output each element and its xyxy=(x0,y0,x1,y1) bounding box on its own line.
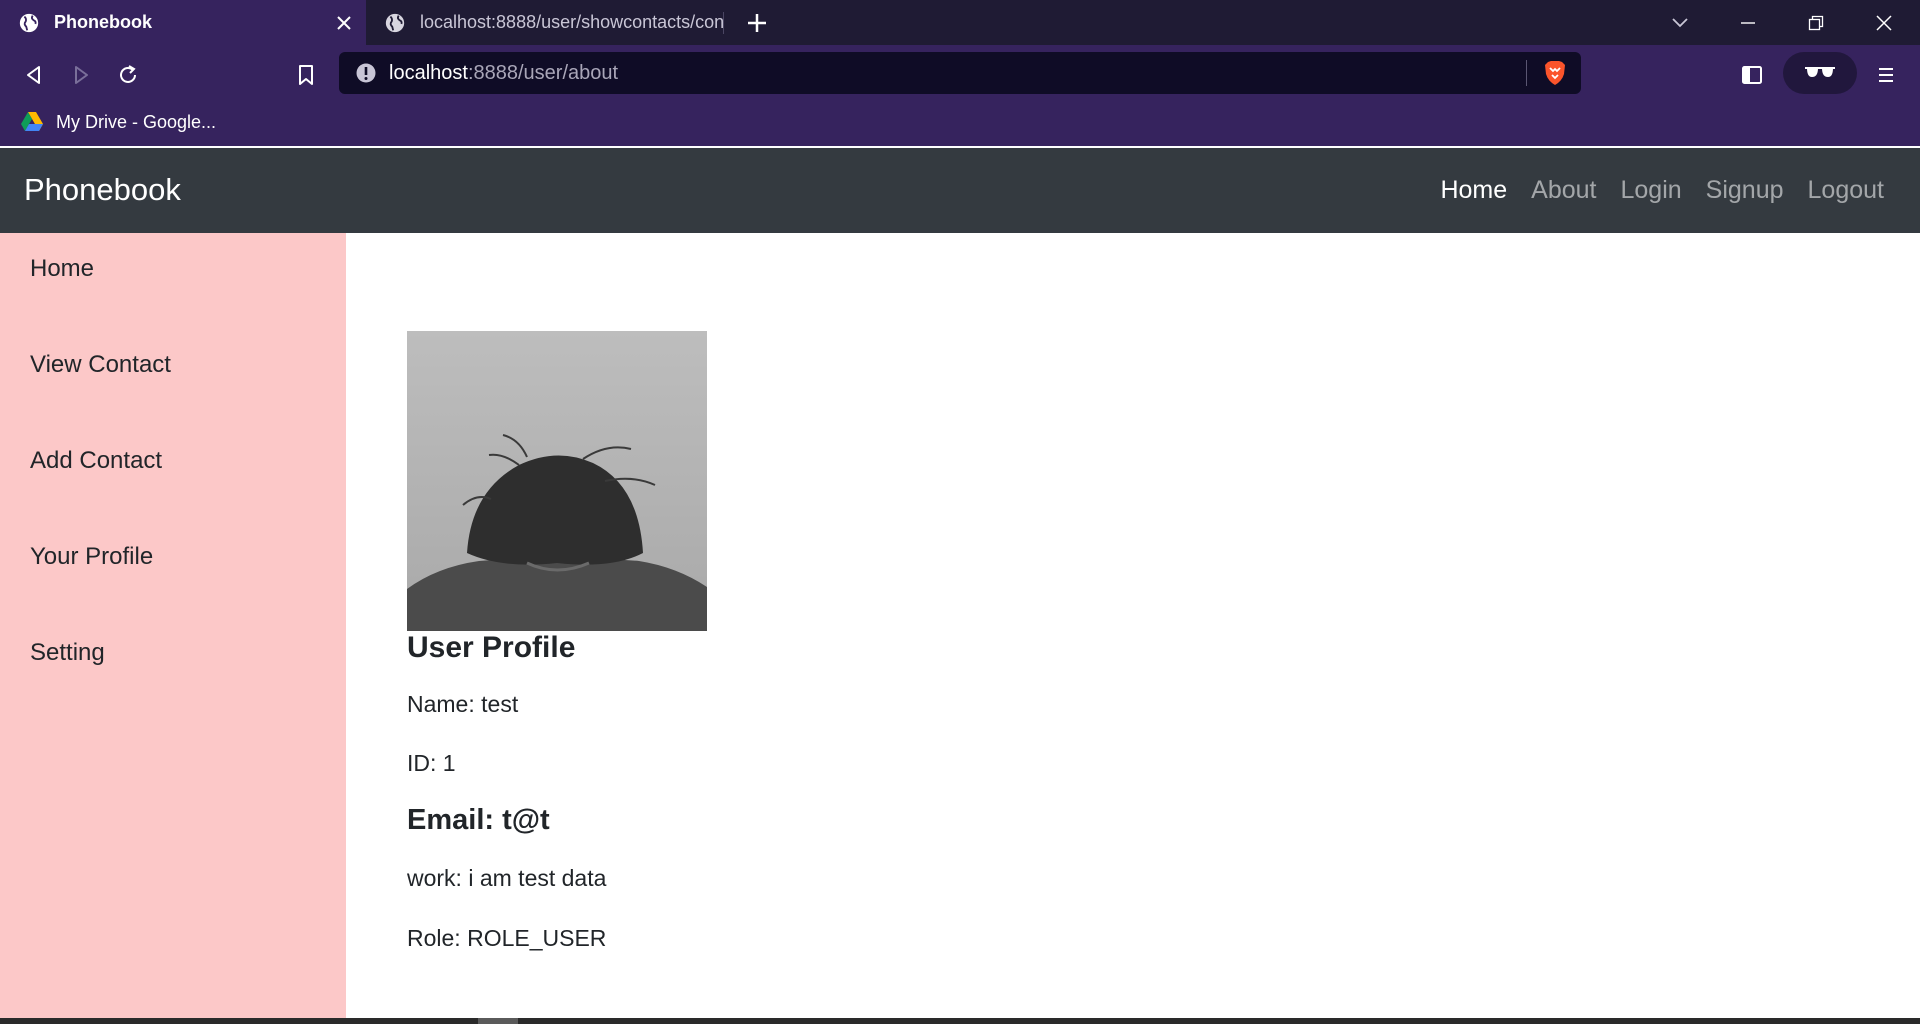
profile-work: work: i am test data xyxy=(407,865,607,891)
tab-strip: Phonebook localhost:8888/user/showcontac… xyxy=(0,0,1920,45)
profile-name: Name: test xyxy=(407,691,519,717)
restore-icon xyxy=(1808,15,1824,30)
tab-divider xyxy=(723,12,724,34)
forward-button[interactable] xyxy=(61,55,101,95)
site-navbar: Phonebook Home About Login Signup Logout xyxy=(0,148,1920,233)
sidebar-panel-icon xyxy=(1742,66,1762,84)
profile-role: Role: ROLE_USER xyxy=(407,925,607,951)
nav-home-link[interactable]: Home xyxy=(1440,176,1507,205)
globe-icon xyxy=(385,13,405,32)
sidebar-item-setting[interactable]: Setting xyxy=(30,639,105,667)
back-arrow-icon xyxy=(27,66,40,84)
address-url: localhost:8888/user/about xyxy=(389,62,1526,85)
sidebar-menu: Home View Contact Add Contact Your Profi… xyxy=(0,233,346,1024)
reload-button[interactable] xyxy=(108,55,148,95)
profile-photo xyxy=(407,331,707,631)
tab-showcontacts[interactable]: localhost:8888/user/showcontacts/con xyxy=(366,0,724,45)
minimize-button[interactable] xyxy=(1720,0,1776,45)
bookmark-icon xyxy=(299,65,313,85)
nav-login-link[interactable]: Login xyxy=(1621,176,1682,205)
sidebar-item-add-contact[interactable]: Add Contact xyxy=(30,447,162,475)
close-icon xyxy=(1876,14,1892,31)
profile-email: Email: t@t xyxy=(407,804,550,836)
reload-icon xyxy=(120,65,136,83)
minimize-icon xyxy=(1741,21,1755,24)
close-tab-icon[interactable] xyxy=(326,5,362,41)
tab-title: Phonebook xyxy=(54,12,152,32)
tab-search-button[interactable] xyxy=(1652,0,1708,45)
brand-logo-text[interactable]: Phonebook xyxy=(24,172,181,208)
profile-content: User Profile Name: test ID: 1 Email: t@t… xyxy=(346,233,1920,1018)
profile-heading: User Profile xyxy=(407,631,576,664)
new-tab-button[interactable] xyxy=(740,6,774,40)
close-window-button[interactable] xyxy=(1856,0,1912,45)
sunglasses-icon xyxy=(1805,67,1835,77)
sidebar-item-home[interactable]: Home xyxy=(30,255,94,283)
profile-photo-image xyxy=(407,331,707,631)
nav-signup-link[interactable]: Signup xyxy=(1706,176,1784,205)
brave-shields-icon[interactable] xyxy=(1541,59,1569,87)
bookmark-label: My Drive - Google... xyxy=(56,111,217,132)
profile-id: ID: 1 xyxy=(407,750,456,776)
hamburger-icon xyxy=(1879,68,1893,82)
tab-title: localhost:8888/user/showcontacts/con xyxy=(420,12,724,32)
tab-phonebook[interactable]: Phonebook xyxy=(0,0,366,45)
globe-icon xyxy=(19,13,39,32)
plus-icon xyxy=(748,14,766,32)
private-profile-button[interactable] xyxy=(1783,52,1857,94)
chevron-down-icon xyxy=(1672,17,1688,27)
restore-button[interactable] xyxy=(1788,0,1844,45)
address-bar[interactable]: localhost:8888/user/about xyxy=(339,52,1581,94)
browser-toolbar: localhost:8888/user/about My Drive - Goo… xyxy=(0,45,1920,146)
bookmark-page-button[interactable] xyxy=(286,55,326,95)
bookmark-my-drive[interactable]: My Drive - Google... xyxy=(20,107,216,137)
sidebar-toggle-button[interactable] xyxy=(1732,55,1772,95)
omnibox-divider xyxy=(1526,60,1527,86)
forward-arrow-icon xyxy=(75,66,88,84)
back-button[interactable] xyxy=(14,55,54,95)
sidebar-item-your-profile[interactable]: Your Profile xyxy=(30,543,153,571)
horizontal-scrollbar[interactable] xyxy=(0,1018,1920,1024)
main-menu-button[interactable] xyxy=(1866,55,1906,95)
scrollbar-thumb[interactable] xyxy=(478,1018,518,1024)
nav-links: Home About Login Signup Logout xyxy=(1440,176,1884,205)
info-icon[interactable] xyxy=(355,62,377,84)
google-drive-icon xyxy=(21,112,43,131)
url-host: localhost xyxy=(389,61,468,84)
url-path: :8888/user/about xyxy=(467,61,619,84)
nav-about-link[interactable]: About xyxy=(1531,176,1596,205)
sidebar-item-view-contact[interactable]: View Contact xyxy=(30,351,171,379)
nav-logout-link[interactable]: Logout xyxy=(1808,176,1884,205)
